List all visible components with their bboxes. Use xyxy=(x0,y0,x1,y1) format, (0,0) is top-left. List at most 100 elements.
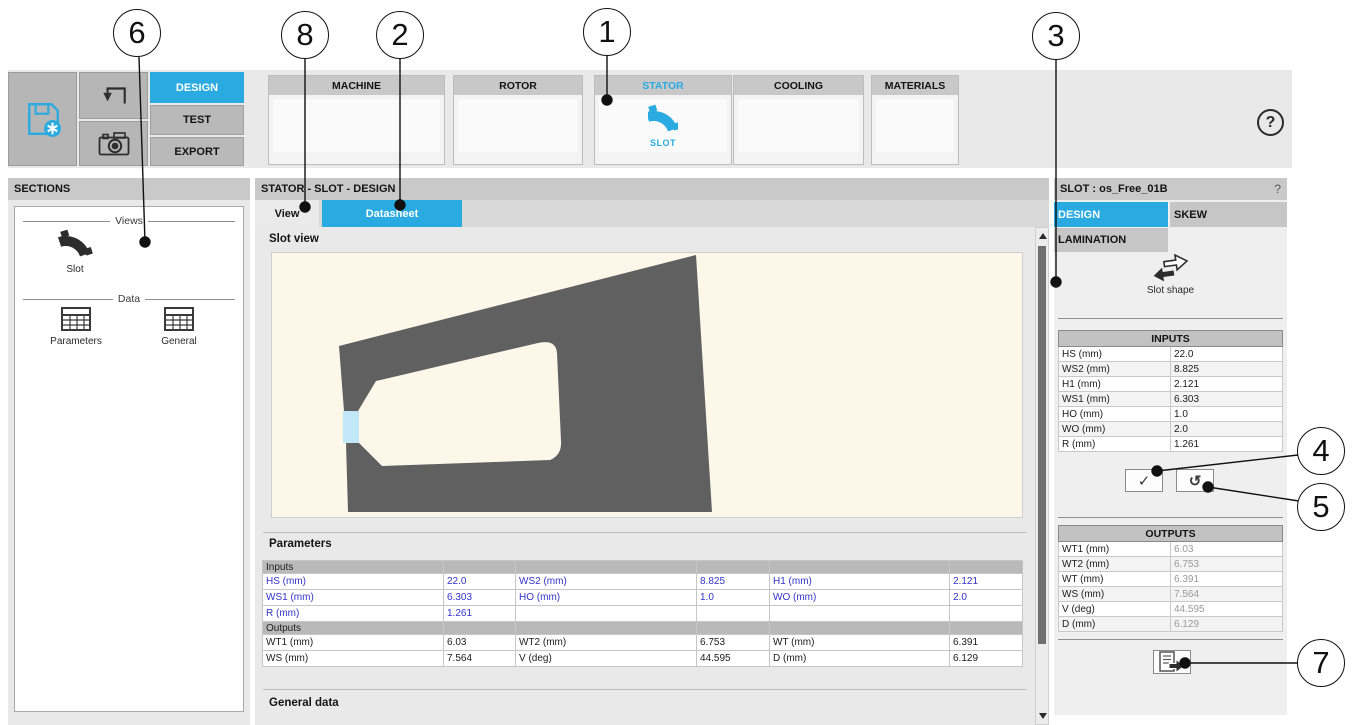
callout-number: 5 xyxy=(1312,489,1329,525)
slot-properties-panel: SLOT : os_Free_01B ? DESIGN SKEW LAMINAT… xyxy=(1054,178,1287,715)
table-cell: D (mm) xyxy=(770,651,950,667)
param-label: H1 (mm) xyxy=(1059,377,1171,392)
views-group-label: Views xyxy=(23,215,235,227)
panel-tab-skew[interactable]: SKEW xyxy=(1170,202,1287,227)
panel-help-button[interactable]: ? xyxy=(1274,182,1281,196)
ribbon-tab-stator[interactable]: STATOR xyxy=(595,76,731,95)
param-label: WT (mm) xyxy=(1059,572,1171,587)
callout-1: 1 xyxy=(583,8,631,56)
ribbon-group-materials: MATERIALS xyxy=(871,75,959,165)
table-cell: Inputs xyxy=(263,561,444,574)
table-cell xyxy=(516,606,697,622)
scroll-down-arrow-icon[interactable] xyxy=(1039,713,1047,719)
sidebar-item-general-label: General xyxy=(161,336,197,347)
sidebar-item-slot[interactable]: Slot xyxy=(53,229,97,275)
ribbon-tab-rotor[interactable]: ROTOR xyxy=(454,76,582,95)
export-mode-button[interactable]: EXPORT xyxy=(150,137,244,166)
param-value-field[interactable]: 1.261 xyxy=(1171,437,1283,452)
camera-button[interactable] xyxy=(79,121,148,166)
panel-header: SLOT : os_Free_01B ? xyxy=(1054,178,1287,200)
table-cell: 1.261 xyxy=(444,606,516,622)
scrollbar-thumb[interactable] xyxy=(1038,246,1046,644)
table-cell: WS2 (mm) xyxy=(516,574,697,590)
table-cell xyxy=(950,561,1023,574)
table-row: WS (mm) 7.564 V (deg) 44.595 D (mm) 6.12… xyxy=(263,651,1023,667)
table-cell xyxy=(697,622,770,635)
table-cell xyxy=(770,561,950,574)
ribbon-tab-cooling[interactable]: COOLING xyxy=(734,76,863,95)
export-slot-button[interactable] xyxy=(1153,650,1191,674)
stator-slot-item[interactable]: SLOT xyxy=(628,104,698,148)
param-value-field[interactable]: 6.303 xyxy=(1171,392,1283,407)
table-cell xyxy=(516,561,697,574)
table-cell xyxy=(697,561,770,574)
separator xyxy=(1058,318,1283,319)
scroll-up-arrow-icon[interactable] xyxy=(1039,233,1047,239)
param-label: WT1 (mm) xyxy=(1059,542,1171,557)
table-header-row: INPUTS xyxy=(1059,331,1283,347)
sidebar-item-parameters[interactable]: Parameters xyxy=(31,307,121,347)
ribbon-group-cooling: COOLING xyxy=(733,75,864,165)
callout-number: 1 xyxy=(598,14,615,50)
separator xyxy=(263,532,1027,533)
ribbon-group-body xyxy=(458,99,578,152)
ribbon-tab-machine[interactable]: MACHINE xyxy=(269,76,444,95)
param-value-readonly: 44.595 xyxy=(1171,602,1283,617)
panel-title: SLOT : os_Free_01B xyxy=(1060,183,1168,195)
callout-6: 6 xyxy=(113,9,161,57)
tab-datasheet[interactable]: Datasheet xyxy=(322,200,462,227)
save-button[interactable] xyxy=(8,72,77,166)
ribbon-tab-materials[interactable]: MATERIALS xyxy=(872,76,958,95)
top-toolbar: DESIGN TEST EXPORT MACHINE ROTOR STATOR xyxy=(8,70,1292,168)
param-value-field[interactable]: 1.0 xyxy=(1171,407,1283,422)
table-row: R (mm) 1.261 xyxy=(263,606,1023,622)
slot-shape-selector[interactable]: Slot shape xyxy=(1054,254,1287,296)
table-cell xyxy=(950,622,1023,635)
param-value-field[interactable]: 2.0 xyxy=(1171,422,1283,437)
table-cell: 8.825 xyxy=(697,574,770,590)
param-label: V (deg) xyxy=(1059,602,1171,617)
param-value-field[interactable]: 2.121 xyxy=(1171,377,1283,392)
sections-header: SECTIONS xyxy=(8,178,250,200)
main-header: STATOR - SLOT - DESIGN xyxy=(255,178,1049,200)
table-cell: 7.564 xyxy=(444,651,516,667)
ribbon-group-stator: STATOR SLOT xyxy=(594,75,732,165)
sidebar-item-parameters-label: Parameters xyxy=(50,336,102,347)
sidebar-item-general[interactable]: General xyxy=(139,307,219,347)
param-label: WT2 (mm) xyxy=(1059,557,1171,572)
vertical-scrollbar[interactable] xyxy=(1035,227,1049,725)
table-cell: WS1 (mm) xyxy=(263,590,444,606)
callout-number: 8 xyxy=(296,17,313,53)
design-mode-button[interactable]: DESIGN xyxy=(150,72,244,103)
parameters-title: Parameters xyxy=(269,538,332,550)
param-value-readonly: 6.03 xyxy=(1171,542,1283,557)
reset-button[interactable]: ↺ xyxy=(1176,469,1214,492)
slot-icon xyxy=(57,229,93,259)
param-value-field[interactable]: 8.825 xyxy=(1171,362,1283,377)
separator xyxy=(263,689,1027,690)
param-value-readonly: 6.129 xyxy=(1171,617,1283,632)
table-cell xyxy=(770,606,950,622)
table-cell: 2.121 xyxy=(950,574,1023,590)
slot-cross-section xyxy=(272,253,1022,517)
table-cell: 1.0 xyxy=(697,590,770,606)
table-row: WS2 (mm)8.825 xyxy=(1059,362,1283,377)
table-row: HO (mm)1.0 xyxy=(1059,407,1283,422)
camera-icon xyxy=(97,130,131,157)
param-label: WS1 (mm) xyxy=(1059,392,1171,407)
param-value-field[interactable]: 22.0 xyxy=(1171,347,1283,362)
table-cell: WT1 (mm) xyxy=(263,635,444,651)
apply-button[interactable]: ✓ xyxy=(1125,469,1163,492)
table-header-row: OUTPUTS xyxy=(1059,526,1283,542)
undo-arrow-button[interactable] xyxy=(79,72,148,119)
panel-tab-design[interactable]: DESIGN xyxy=(1054,202,1168,227)
table-row: WO (mm)2.0 xyxy=(1059,422,1283,437)
tab-view[interactable]: View xyxy=(255,200,319,227)
table-cell: 22.0 xyxy=(444,574,516,590)
help-button[interactable]: ? xyxy=(1257,109,1284,136)
table-cell xyxy=(770,622,950,635)
test-mode-button[interactable]: TEST xyxy=(150,105,244,135)
panel-tab-lamination[interactable]: LAMINATION xyxy=(1054,228,1168,252)
parameters-table: Inputs HS (mm) 22.0 WS2 (mm) 8.825 H1 (m… xyxy=(262,560,1023,667)
callout-7: 7 xyxy=(1297,639,1345,687)
